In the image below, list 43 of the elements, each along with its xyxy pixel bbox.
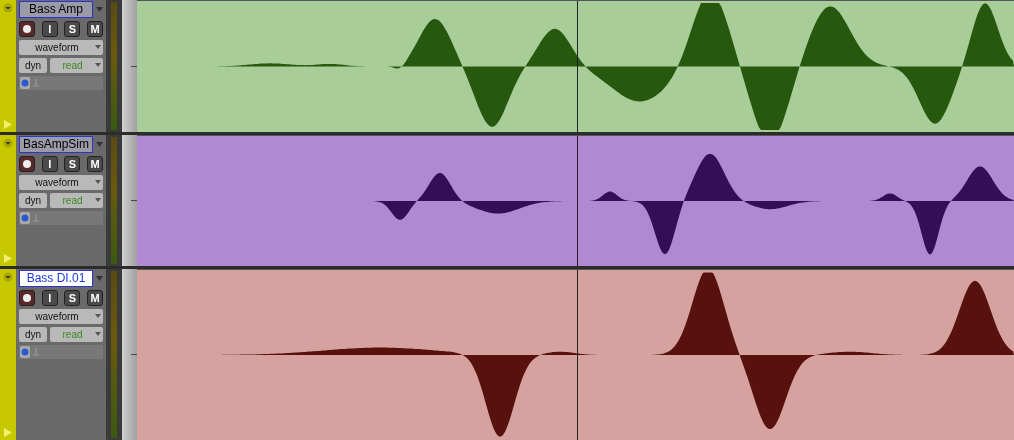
record-button[interactable] [19,21,35,37]
caret-icon [95,63,101,67]
view-selector[interactable]: waveform [19,309,103,324]
caret-icon [95,198,101,202]
record-icon [23,160,31,168]
solo-button[interactable]: S [64,290,81,306]
caret-icon [95,314,101,318]
record-icon [23,294,31,302]
solo-button[interactable]: S [64,21,81,37]
record-icon [23,25,31,33]
record-button[interactable] [19,290,35,306]
track-name-field[interactable]: Bass Amp [19,1,93,18]
caret-icon [95,180,101,184]
timebase-icon[interactable] [20,346,30,358]
dyn-button[interactable]: dyn [19,193,47,208]
track-name-field[interactable]: BasAmpSim [19,136,93,153]
caret-icon [95,332,101,336]
track-name-field[interactable]: Bass DI.01 [19,270,93,287]
mute-button[interactable]: M [86,21,103,37]
view-selector[interactable]: waveform [19,40,103,55]
mute-button[interactable]: M [86,156,103,172]
input-button[interactable]: I [41,156,58,172]
mute-button[interactable]: M [86,290,103,306]
caret-icon [95,45,101,49]
caret-icon[interactable] [96,7,103,12]
dyn-button[interactable]: dyn [19,327,47,342]
collapse-icon[interactable] [3,272,13,282]
tick-mark [131,65,137,67]
audio-clip[interactable] [137,135,1014,266]
view-selector[interactable]: waveform [19,175,103,190]
input-button[interactable]: I [41,21,58,37]
dyn-button[interactable]: dyn [19,58,47,73]
tick-mark [131,354,137,355]
collapse-icon[interactable] [3,3,13,13]
timebase-icon[interactable] [20,212,30,224]
caret-icon[interactable] [96,276,103,281]
tick-mark [131,200,137,201]
timebase-icon[interactable] [20,77,30,89]
solo-button[interactable]: S [64,156,81,172]
collapse-icon[interactable] [3,138,13,148]
input-button[interactable]: I [41,290,58,306]
caret-icon[interactable] [96,142,103,147]
record-button[interactable] [19,156,35,172]
